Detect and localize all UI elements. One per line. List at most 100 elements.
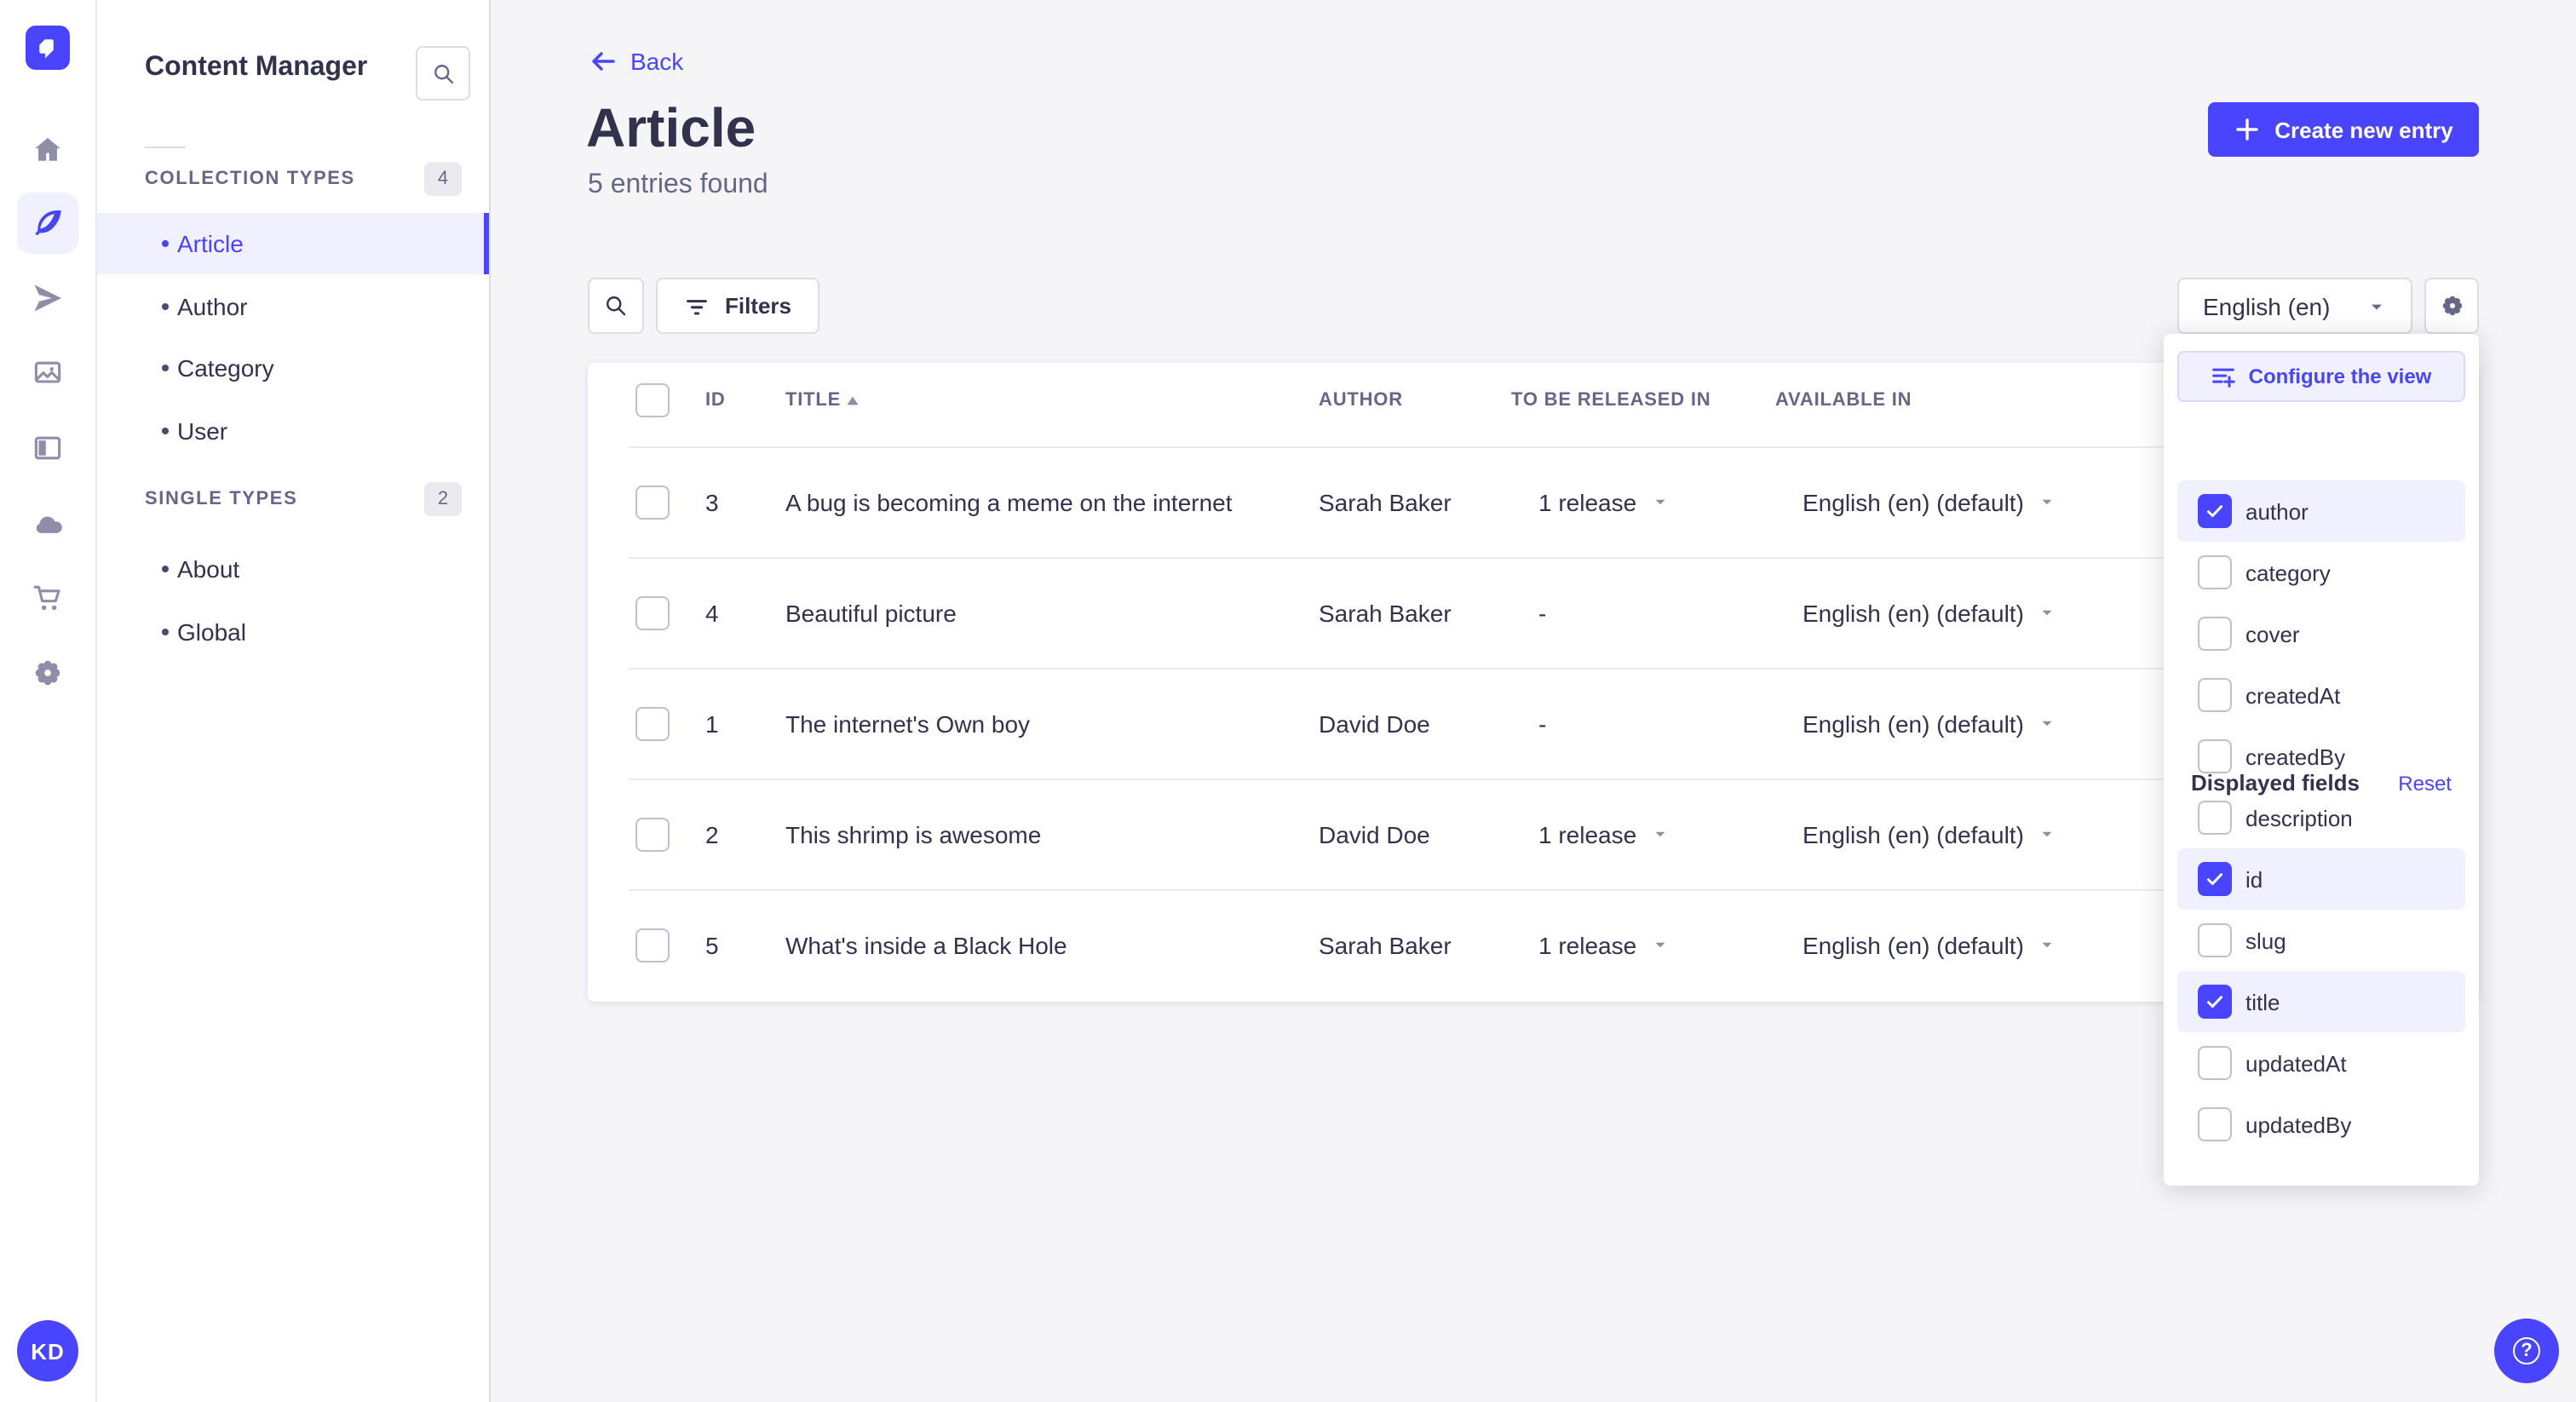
row-checkbox[interactable] [635,595,670,629]
column-header-id[interactable]: ID [705,390,726,411]
checkbox[interactable] [2198,985,2232,1019]
cell-author: Sarah Baker [1319,599,1452,626]
cell-title: This shrimp is awesome [785,820,1042,848]
cell-available[interactable]: English (en) (default) [1803,820,2056,848]
bullet-icon [162,428,169,434]
locale-chevron-icon [2042,831,2052,837]
release-value: 1 release [1538,820,1637,848]
settings-icon[interactable] [17,642,78,704]
strapi-logo[interactable] [26,26,70,70]
cell-title: A bug is becoming a meme on the internet [785,488,1233,515]
field-toggle-updatedAt[interactable]: updatedAt [2177,1032,2465,1094]
entries-count: 5 entries found [588,170,768,199]
content-manager-sidebar: Content Manager COLLECTION TYPES 4 Artic… [97,0,491,1402]
field-toggle-category[interactable]: category [2177,542,2465,603]
create-new-entry-label: Create new entry [2274,117,2453,142]
cell-release[interactable]: - [1538,710,1546,737]
back-label: Back [630,48,684,75]
cell-id: 3 [705,488,719,515]
field-toggle-title[interactable]: title [2177,971,2465,1032]
field-toggle-slug[interactable]: slug [2177,910,2465,971]
entries-search-button[interactable] [588,278,644,334]
field-label: createdBy [2245,744,2346,769]
field-toggle-author[interactable]: author [2177,480,2465,542]
avatar[interactable]: KD [17,1320,78,1382]
checkbox[interactable] [2198,739,2232,773]
cell-release[interactable]: 1 release [1538,820,1669,848]
nav-rail: KD [0,0,97,1402]
checkbox[interactable] [2198,801,2232,835]
release-chevron-icon [1654,831,1665,837]
configure-view-button[interactable]: Configure the view [2177,351,2465,402]
collection-types-heading: COLLECTION TYPES [145,169,355,189]
filter-icon [687,299,708,314]
view-settings-button[interactable] [2424,278,2479,334]
cell-release[interactable]: - [1538,599,1546,626]
active-indicator [484,213,489,274]
field-toggle-updatedBy[interactable]: updatedBy [2177,1094,2465,1155]
content-type-builder-icon[interactable] [17,417,78,479]
sidebar-item-article[interactable]: Article [97,213,489,274]
cell-available[interactable]: English (en) (default) [1803,931,2056,958]
checkbox[interactable] [2198,1107,2232,1141]
back-link[interactable]: Back [589,48,683,75]
cell-available[interactable]: English (en) (default) [1803,599,2056,626]
available-value: English (en) (default) [1803,931,2024,958]
row-checkbox[interactable] [635,928,670,962]
cloud-icon[interactable] [17,492,78,554]
field-toggle-cover[interactable]: cover [2177,603,2465,664]
create-new-entry-button[interactable]: Create new entry [2208,102,2479,157]
row-checkbox[interactable] [635,485,670,519]
field-toggle-createdAt[interactable]: createdAt [2177,664,2465,726]
row-checkbox[interactable] [635,706,670,740]
field-toggle-id[interactable]: id [2177,848,2465,910]
cell-release[interactable]: 1 release [1538,488,1669,515]
sidebar-item-user[interactable]: User [97,400,489,462]
help-button[interactable]: ? [2494,1319,2559,1383]
field-toggle-description[interactable]: description [2177,787,2465,848]
releases-icon[interactable] [17,267,78,329]
locale-chevron-icon [2042,610,2052,616]
sort-ascending-icon[interactable] [843,392,862,411]
marketplace-icon[interactable] [17,567,78,629]
cell-author: David Doe [1319,710,1430,737]
bullet-icon [162,240,169,247]
locale-select[interactable]: English (en) [2177,278,2412,334]
content-manager-icon[interactable] [17,192,78,254]
question-mark-icon: ? [2513,1337,2540,1365]
check-icon [2207,873,2222,886]
column-header-author[interactable]: AUTHOR [1319,390,1403,411]
column-header-to-be-released-in[interactable]: TO BE RELEASED IN [1511,390,1711,411]
cell-release[interactable]: 1 release [1538,931,1669,958]
sidebar-item-about[interactable]: About [97,538,489,600]
media-library-icon[interactable] [17,342,78,404]
checkbox[interactable] [2198,555,2232,589]
cell-id: 1 [705,710,719,737]
cell-author: David Doe [1319,820,1430,848]
sidebar-item-global[interactable]: Global [97,601,489,663]
select-all-checkbox[interactable] [635,383,670,417]
page-title: Article [586,97,756,158]
checkbox[interactable] [2198,862,2232,896]
column-header-available-in[interactable]: AVAILABLE IN [1775,390,1912,411]
filters-button[interactable]: Filters [656,278,819,334]
column-header-title[interactable]: TITLE [785,390,841,411]
checkbox[interactable] [2198,923,2232,957]
sidebar-search-button[interactable] [416,46,470,101]
checkbox[interactable] [2198,494,2232,528]
checkbox[interactable] [2198,678,2232,712]
available-value: English (en) (default) [1803,488,2024,515]
release-value: 1 release [1538,931,1637,958]
cell-available[interactable]: English (en) (default) [1803,710,2056,737]
row-checkbox[interactable] [635,817,670,851]
configure-view-label: Configure the view [2248,365,2432,388]
available-value: English (en) (default) [1803,710,2024,737]
cell-available[interactable]: English (en) (default) [1803,488,2056,515]
checkbox[interactable] [2198,617,2232,651]
field-toggle-createdBy[interactable]: createdBy [2177,726,2465,787]
checkbox[interactable] [2198,1046,2232,1080]
sidebar-item-category[interactable]: Category [97,337,489,399]
home-icon[interactable] [17,119,78,181]
cell-author: Sarah Baker [1319,488,1452,515]
sidebar-item-author[interactable]: Author [97,276,489,337]
